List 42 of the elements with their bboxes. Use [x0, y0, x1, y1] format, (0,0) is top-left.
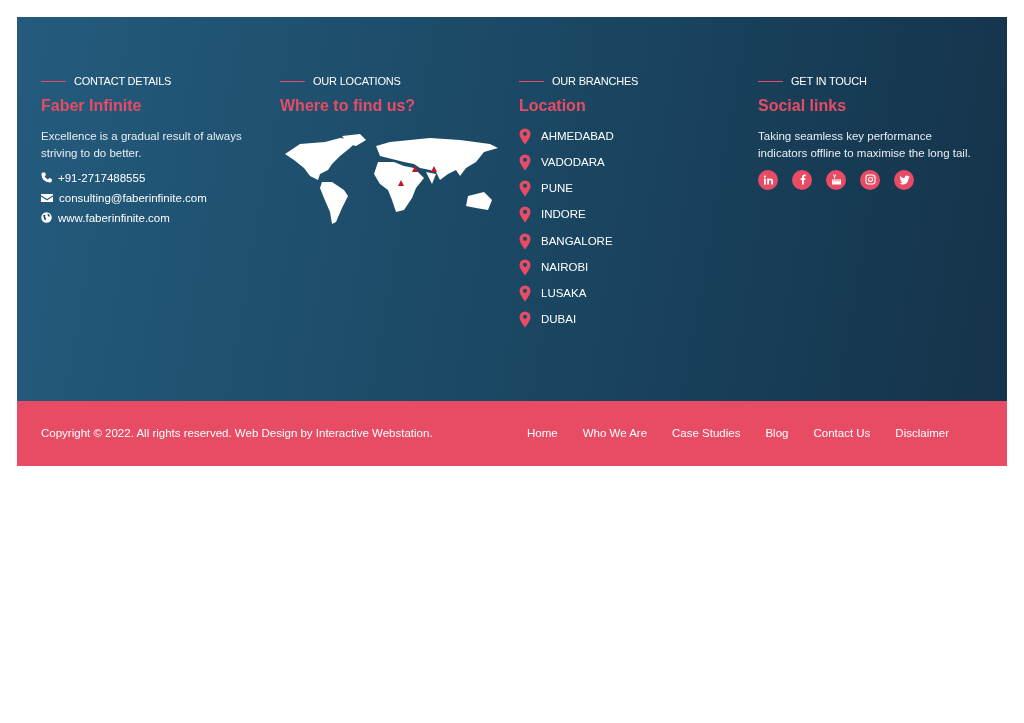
branch-name: VADODARA [541, 154, 605, 170]
map-pin-icon [519, 153, 531, 171]
contact-text: +91-2717488555 [58, 170, 146, 186]
section-heading: Location [519, 95, 587, 116]
branch-name: BANGALORE [541, 233, 613, 249]
nav-link[interactable]: Home [527, 424, 558, 443]
map-pin-icon [519, 232, 531, 250]
twitter-bird-icon [898, 174, 910, 185]
map-pin-icon [519, 285, 531, 303]
section-heading: Faber Infinite [41, 95, 143, 116]
section-heading: Where to find us? [280, 95, 417, 116]
linkedin-icon [762, 174, 774, 185]
contact-text: consulting@faberinfinite.com [59, 190, 207, 206]
section-eyebrow: GET IN TOUCH [758, 73, 997, 90]
copyright-text: Copyright © 2022. All rights reserved. Web Design by Interactive Webstation. [41, 425, 434, 441]
nav-link[interactable]: Case Studies [672, 424, 741, 443]
description-text: Taking seamless key performance indicators offline to maximise the long tail. [758, 128, 972, 161]
nav-link[interactable]: Contact Us [813, 424, 871, 443]
instagram-icon [864, 174, 876, 185]
branch-name: INDORE [541, 207, 586, 223]
contact-text: www.faberinfinite.com [58, 210, 170, 226]
description-text: Excellence is a gradual result of always striving to do better. [41, 128, 243, 161]
envelope-icon [41, 192, 53, 203]
section-eyebrow: OUR LOCATIONS [280, 73, 519, 90]
nav-link[interactable]: Who We Are [582, 424, 648, 443]
nav-link[interactable]: Disclaimer [895, 424, 950, 443]
branch-name: DUBAI [541, 312, 577, 328]
globe-icon [41, 212, 52, 223]
branch-name: NAIROBI [541, 259, 589, 275]
branch-name: PUNE [541, 181, 573, 196]
nav-link[interactable]: Blog [765, 424, 789, 443]
map-pin-icon [519, 311, 531, 329]
map-pin-icon [519, 180, 531, 198]
section-eyebrow: CONTACT DETAILS [41, 73, 280, 90]
phone-icon [41, 172, 52, 183]
map-pin-icon [519, 127, 531, 145]
map-pin-icon [519, 206, 531, 224]
section-heading: Social links [758, 95, 848, 116]
map-pin-icon [519, 258, 531, 276]
branch-name: LUSAKA [541, 286, 587, 301]
section-eyebrow: OUR BRANCHES [519, 73, 758, 90]
branch-name: AHMEDABAD [541, 128, 614, 144]
